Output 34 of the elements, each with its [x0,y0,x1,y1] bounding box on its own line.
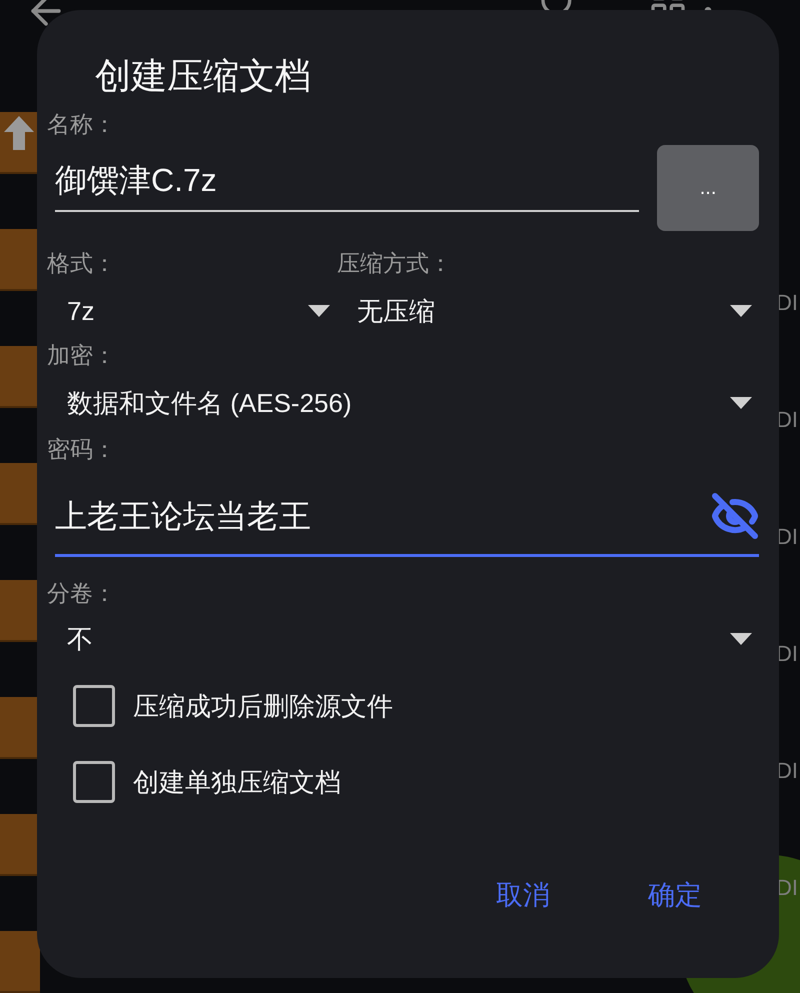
dropdown[interactable]: 不 [47,615,759,663]
folder-thumbnail[interactable] [0,814,40,876]
password-field[interactable]: 上老王论坛当老王 [55,477,759,557]
folder-thumbnail[interactable] [0,112,40,174]
dropdown[interactable]: 7z [47,287,337,335]
folder-thumbnail[interactable] [0,931,40,993]
eye-off-icon[interactable] [711,492,759,540]
name-field[interactable]: 御馔津C.7z [55,142,640,212]
folder-thumbnail[interactable] [0,580,40,642]
field-label: 加密： [47,341,117,369]
dropdown-arrow-icon [729,632,753,646]
checkbox[interactable] [73,685,115,727]
dropdown-arrow-icon [729,396,753,410]
folder-thumbnail[interactable] [0,697,40,759]
field-label: 密码： [47,435,117,463]
checkbox-label[interactable]: 创建单独压缩文档 [133,762,341,802]
cancel-button[interactable]: 取消 [496,875,550,916]
field-label: 分卷： [47,579,117,607]
arrow-up-icon [4,116,34,150]
field-label: 名称： [47,110,117,138]
checkbox[interactable] [73,761,115,803]
folder-thumbnail[interactable] [0,229,40,291]
checkbox-label[interactable]: 压缩成功后删除源文件 [133,686,393,726]
dialog-title: 创建压缩文档 [95,54,312,98]
field-label: 压缩方式： [337,249,453,277]
dropdown-arrow-icon [729,304,753,318]
confirm-button[interactable]: 确定 [648,875,702,916]
dropdown-arrow-icon [307,304,331,318]
browse-button[interactable]: ... [657,145,759,231]
dropdown[interactable]: 数据和文件名 (AES-256) [47,379,759,427]
folder-thumbnail[interactable] [0,346,40,408]
folder-thumbnail[interactable] [0,463,40,525]
field-label: 格式： [47,249,117,277]
dropdown[interactable]: 无压缩 [337,287,759,335]
